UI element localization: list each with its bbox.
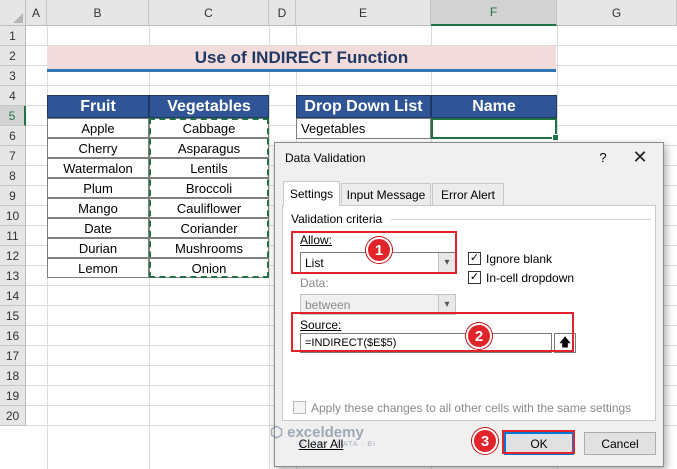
vegetable-cell[interactable]: Cabbage [149,118,269,138]
fruit-header[interactable]: Fruit [47,95,149,118]
chevron-down-icon[interactable]: ▾ [438,253,455,272]
watermark: ⬡ exceldemy [270,423,364,442]
apply-all-label: Apply these changes to all other cells w… [311,401,632,415]
row-header-12[interactable]: 12 [0,246,26,266]
col-header-g[interactable]: G [557,0,677,26]
col-header-f[interactable]: F [431,0,557,26]
source-label: Source: [300,318,342,332]
row-header-7[interactable]: 7 [0,146,26,166]
row-header-19[interactable]: 19 [0,386,26,406]
vegetable-cell[interactable]: Coriander [149,218,269,238]
ignore-blank-label: Ignore blank [486,252,553,266]
vegetable-cell[interactable]: Mushrooms [149,238,269,258]
validation-criteria-label: Validation criteria [291,212,383,226]
collapse-dialog-icon[interactable]: 🡅 [554,333,576,353]
fruit-cell[interactable]: Apple [47,118,149,138]
source-input[interactable]: =INDIRECT($E$5) [300,333,552,353]
step-2-badge: 2 [466,323,492,349]
apply-all-checkbox[interactable] [293,401,306,414]
fruit-cell[interactable]: Watermalon [47,158,149,178]
allow-value: List [305,255,324,270]
vegetable-cell[interactable]: Asparagus [149,138,269,158]
data-select: between ▾ [300,294,456,315]
row-header-10[interactable]: 10 [0,206,26,226]
fruit-cell[interactable]: Mango [47,198,149,218]
fruit-cell[interactable]: Cherry [47,138,149,158]
allow-label: Allow: [300,233,333,247]
vegetable-cell[interactable]: Broccoli [149,178,269,198]
name-header[interactable]: Name [431,95,557,118]
col-header-a[interactable]: A [26,0,47,26]
watermark-name: exceldemy [287,423,364,441]
tab-input-message[interactable]: Input Message [341,183,431,205]
chevron-down-icon: ▾ [438,295,455,314]
row-header-13[interactable]: 13 [0,266,26,286]
row-header-3[interactable]: 3 [0,66,26,86]
row-header-18[interactable]: 18 [0,366,26,386]
row-header-14[interactable]: 14 [0,286,26,306]
cell-e5[interactable]: Vegetables [296,118,431,139]
settings-panel: Validation criteria Allow: List ▾ ✓ Igno… [282,205,656,421]
step-3-badge: 3 [472,428,498,454]
col-header-c[interactable]: C [149,0,269,26]
fruit-cell[interactable]: Plum [47,178,149,198]
cancel-button[interactable]: Cancel [584,432,656,455]
fruit-cell[interactable]: Lemon [47,258,149,278]
ignore-blank-checkbox[interactable]: ✓ [468,252,481,265]
fruit-cell[interactable]: Durian [47,238,149,258]
row-header-4[interactable]: 4 [0,86,26,106]
row-header-16[interactable]: 16 [0,326,26,346]
data-value: between [305,297,351,312]
sheet-title: Use of INDIRECT Function [47,46,556,72]
ok-button[interactable]: OK [504,432,574,455]
col-header-e[interactable]: E [296,0,431,26]
dialog-title: Data Validation [285,151,366,165]
tab-error-alert[interactable]: Error Alert [432,183,504,205]
data-label: Data: [300,276,329,290]
watermark-logo-icon: ⬡ [270,424,284,441]
row-header-17[interactable]: 17 [0,346,26,366]
row-header-8[interactable]: 8 [0,166,26,186]
watermark-tagline: EXCEL · DATA · BI [300,441,376,448]
in-cell-dropdown-checkbox[interactable]: ✓ [468,271,481,284]
row-header-11[interactable]: 11 [0,226,26,246]
vegetable-cell[interactable]: Onion [149,258,269,278]
fruit-cell[interactable]: Date [47,218,149,238]
step-1-badge: 1 [366,237,392,263]
in-cell-dropdown-label: In-cell dropdown [486,271,575,285]
row-header-9[interactable]: 9 [0,186,26,206]
row-header-2[interactable]: 2 [0,46,26,66]
vegetables-header[interactable]: Vegetables [149,95,269,118]
col-header-b[interactable]: B [47,0,149,26]
select-all-corner[interactable] [0,0,26,26]
row-header-5[interactable]: 5 [0,106,26,126]
row-header-20[interactable]: 20 [0,406,26,426]
row-header-1[interactable]: 1 [0,26,26,46]
close-button[interactable]: ✕ [627,146,653,168]
data-validation-dialog: Data Validation ? ✕ Settings Input Messa… [274,142,664,467]
row-header-15[interactable]: 15 [0,306,26,326]
col-header-d[interactable]: D [269,0,296,26]
vegetable-cell[interactable]: Cauliflower [149,198,269,218]
tab-settings[interactable]: Settings [283,181,340,206]
dropdown-list-header[interactable]: Drop Down List [296,95,431,118]
active-cell-selection [431,118,559,141]
help-button[interactable]: ? [593,146,613,168]
vegetable-cell[interactable]: Lentils [149,158,269,178]
row-header-6[interactable]: 6 [0,126,26,146]
